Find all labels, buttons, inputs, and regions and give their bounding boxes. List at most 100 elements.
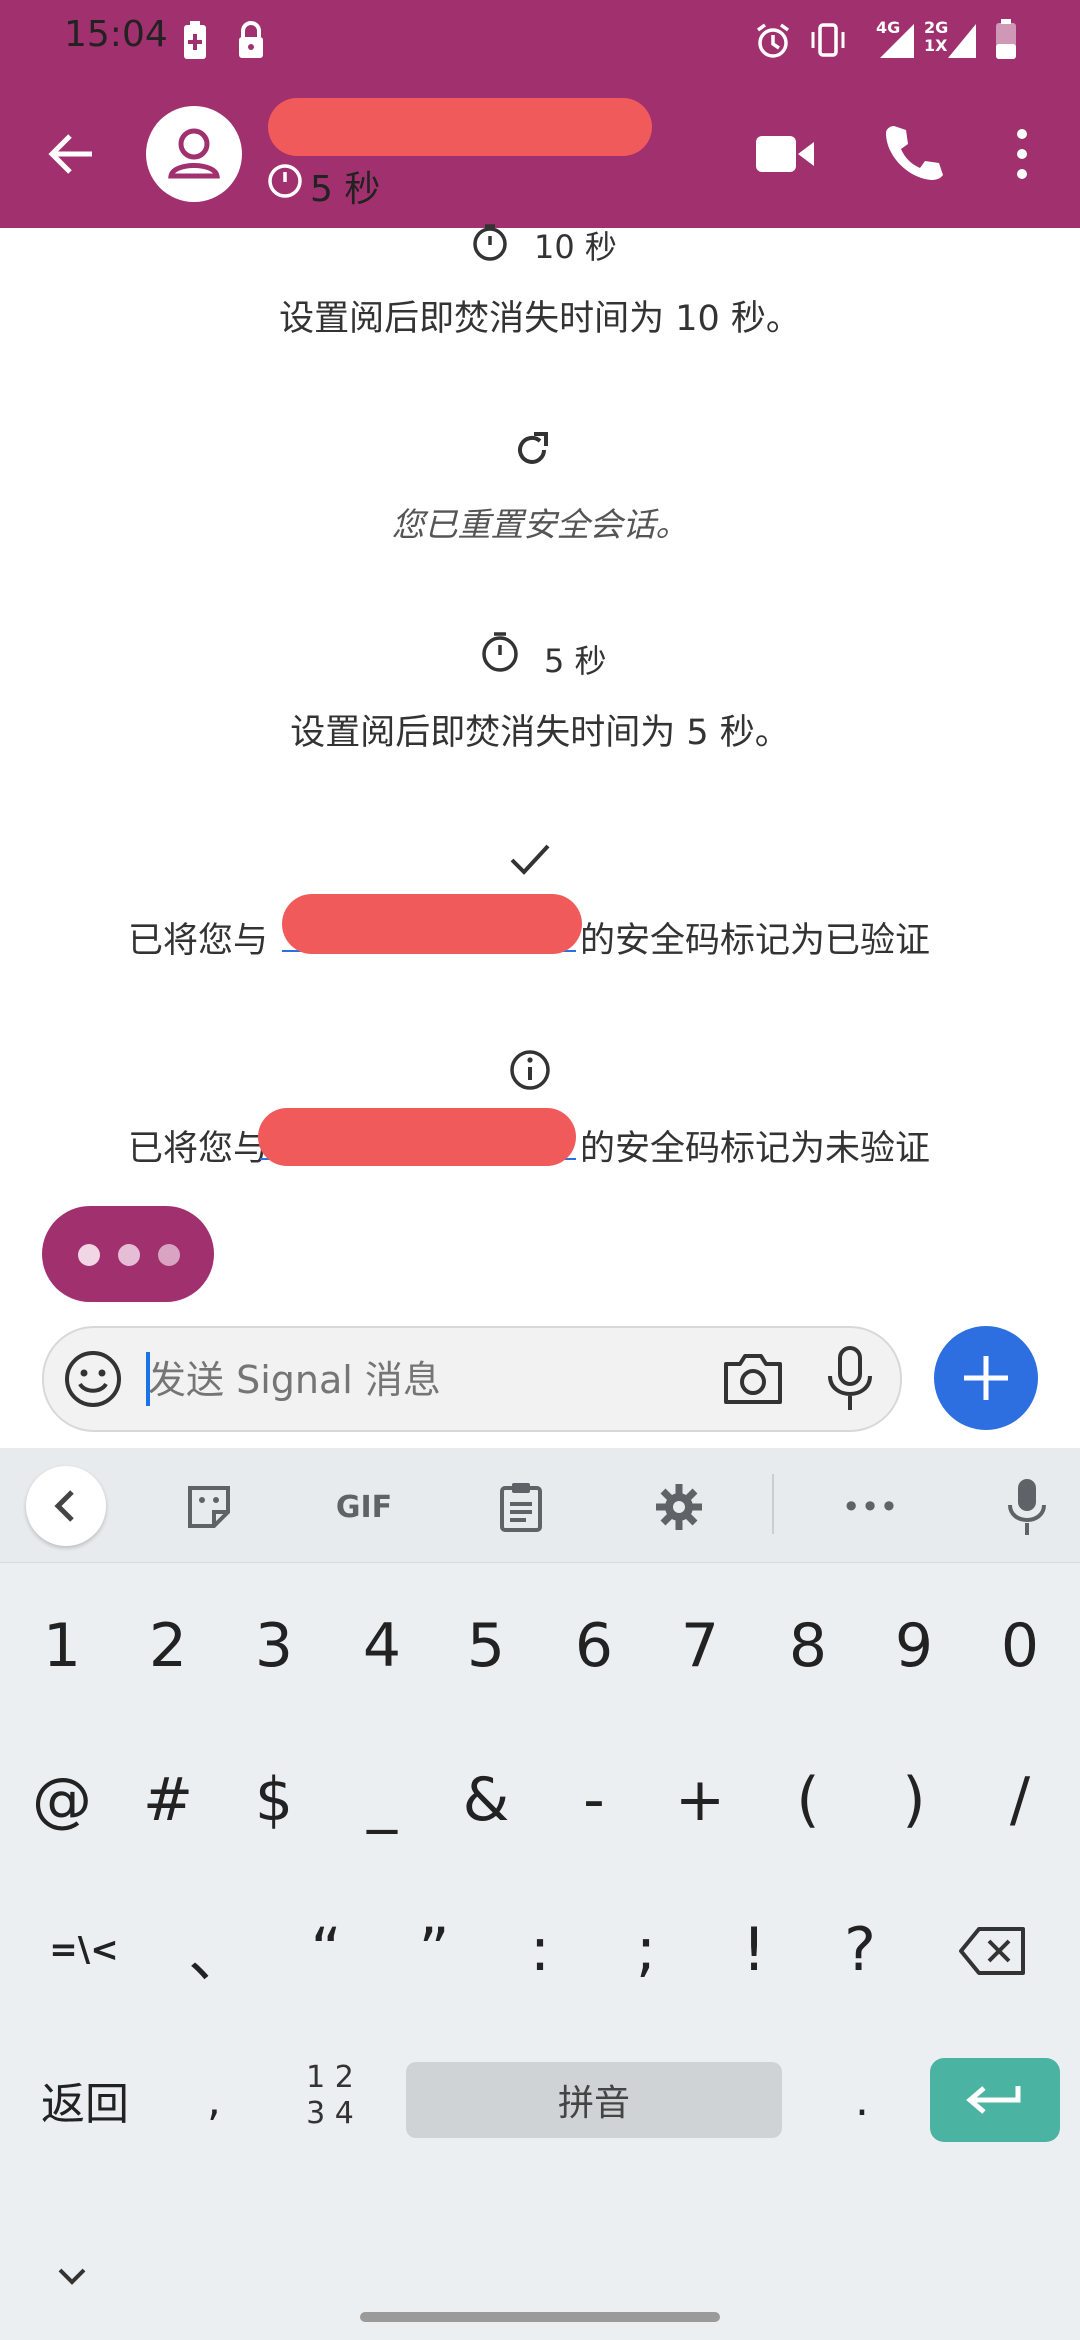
arrow-left-icon [48,134,92,174]
chevron-down-icon [58,2268,86,2285]
verified-message-prefix: 已将您与 [128,921,269,961]
key[interactable]: - [552,1760,636,1840]
key[interactable]: 9 [872,1606,956,1686]
hide-keyboard-button[interactable] [50,2262,94,2292]
video-camera-icon [756,136,814,172]
more-vertical-icon [1017,129,1027,179]
numpad-key-top: 1 2 [306,2060,354,2095]
settings-button[interactable] [640,1468,718,1546]
unverified-message-suffix: 的安全码标记为未验证 [580,1129,931,1169]
message-input[interactable] [146,1354,710,1406]
alarm-icon [754,22,792,60]
key[interactable]: 8 [766,1606,850,1686]
typing-dot [118,1244,140,1266]
key[interactable]: 7 [658,1606,742,1686]
microphone-icon [828,1346,872,1410]
key[interactable]: 4 [340,1606,424,1686]
attach-button[interactable] [934,1326,1038,1430]
key[interactable]: ! [712,1910,796,1990]
typing-dot [78,1244,100,1266]
key[interactable]: @ [20,1760,104,1840]
key[interactable]: 、 [176,1910,260,1991]
key[interactable]: ” [392,1910,476,1990]
vibrate-icon [808,20,848,60]
contact-name-redacted[interactable] [258,1108,576,1166]
battery-icon [994,18,1018,60]
comma-key[interactable]: , [184,2060,244,2140]
voice-input-button[interactable] [988,1468,1066,1546]
keyboard [0,1448,1080,2340]
overflow-menu-button[interactable] [1006,124,1038,184]
key[interactable]: _ [340,1760,424,1840]
network-label-1x: 1X [924,36,948,55]
camera-button[interactable] [720,1348,786,1408]
sticker-icon [188,1486,230,1528]
key[interactable]: 0 [978,1606,1062,1686]
toolbar-divider [772,1474,774,1534]
gear-icon [656,1484,702,1530]
microphone-icon [1008,1479,1046,1535]
backspace-icon [959,1927,1025,1975]
enter-key[interactable] [930,2058,1060,2142]
timer-icon [470,222,510,262]
gesture-nav-handle[interactable] [360,2312,720,2322]
contact-name-redacted[interactable] [268,98,652,156]
timer-icon [266,162,304,200]
plus-icon [964,1356,1008,1400]
timer-update-message: 设置阅后即焚消失时间为 10 秒。 [279,299,801,339]
signal-icon-2 [946,22,978,60]
more-options-button[interactable]: ••• [830,1468,910,1546]
emoji-button[interactable] [62,1348,124,1410]
key[interactable]: : [498,1910,582,1990]
person-icon [168,128,220,179]
clipboard-button[interactable] [482,1468,560,1546]
sticker-button[interactable] [170,1468,248,1546]
back-key[interactable]: 返回 [30,2060,140,2140]
emoji-icon [65,1351,121,1407]
key[interactable]: 2 [126,1606,210,1686]
key[interactable]: ( [766,1760,850,1840]
typing-indicator [42,1206,214,1302]
key[interactable]: ; [604,1910,688,1990]
gif-button[interactable]: GIF [324,1468,404,1546]
voice-note-button[interactable] [822,1344,878,1414]
key[interactable]: 5 [444,1606,528,1686]
key[interactable]: / [978,1760,1062,1840]
timer-update-label: 5 秒 [544,642,607,680]
timer-icon [478,630,522,674]
back-button[interactable] [40,122,104,186]
numpad-key-bottom: 3 4 [306,2096,354,2131]
clipboard-icon [500,1483,542,1532]
period-key[interactable]: . [832,2060,892,2140]
key[interactable]: 1 [20,1606,104,1686]
key[interactable]: $ [232,1760,316,1840]
enter-icon [966,2086,1021,2114]
status-time: 15:04 [64,14,168,55]
backspace-key[interactable] [952,1916,1034,1986]
info-icon [508,1048,552,1092]
signal-icon [876,22,916,60]
text-caret [146,1352,150,1406]
lock-icon [236,20,266,60]
space-key[interactable]: 拼音 [406,2062,782,2138]
contact-name-redacted[interactable] [282,894,582,954]
key[interactable]: + [658,1760,742,1840]
key[interactable]: “ [284,1910,368,1990]
key[interactable]: 3 [232,1606,316,1686]
collapse-toolbar-button[interactable] [26,1466,106,1546]
checkmark-icon [508,840,552,880]
numpad-key[interactable]: 1 2 3 4 [288,2060,372,2140]
voice-call-button[interactable] [880,120,944,184]
avatar[interactable] [146,106,242,202]
chevron-left-icon [54,1490,74,1522]
key[interactable]: # [126,1760,210,1840]
refresh-icon [510,428,554,472]
network-label-2g: 2G [924,18,949,37]
more-symbols-key[interactable]: =\< [34,1910,134,1990]
key[interactable]: ? [818,1910,902,1990]
key[interactable]: 6 [552,1606,636,1686]
key[interactable]: & [444,1760,528,1840]
phone-icon [886,126,943,180]
video-call-button[interactable] [752,124,818,184]
key[interactable]: ) [872,1760,956,1840]
